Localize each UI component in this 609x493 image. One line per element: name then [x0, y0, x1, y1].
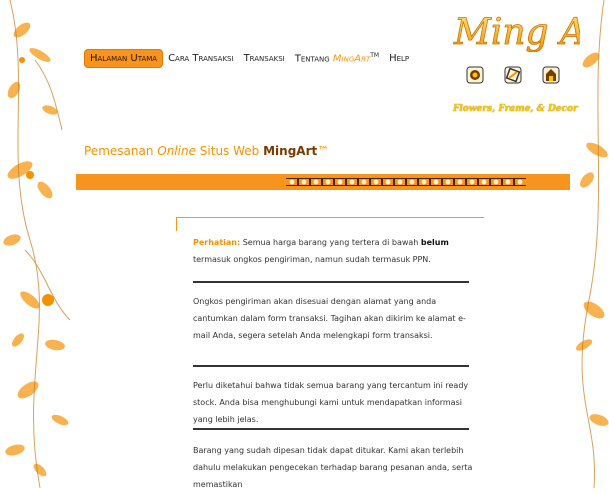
nav-tentang-prefix: Tentang: [294, 53, 333, 65]
title-part2: Online: [157, 144, 196, 158]
separator-2: [193, 365, 469, 367]
product-icons: [466, 66, 560, 84]
nav-cara-transaksi[interactable]: Cara Transaksi: [163, 49, 239, 68]
decorative-band: [76, 174, 570, 190]
decor-icon[interactable]: [542, 66, 560, 84]
mingart-logo[interactable]: Ming Art: [450, 4, 580, 52]
floral-decoration-right: [575, 0, 609, 488]
flower-icon[interactable]: [466, 66, 484, 84]
frame-icon[interactable]: [504, 66, 522, 84]
note-paragraph-3: Perlu diketahui bahwa tidak semua barang…: [193, 381, 469, 424]
note-paragraph-1: Perhatian: Semua harga barang yang terte…: [193, 234, 473, 268]
nav-transaksi[interactable]: Transaksi: [239, 49, 290, 68]
separator-3: [193, 428, 469, 430]
title-tm: ™: [317, 144, 330, 158]
title-brand-art: Art: [296, 144, 318, 158]
note-paragraph-2: Ongkos pengiriman akan disesuai dengan a…: [193, 297, 466, 340]
title-brand-ming: Ming: [263, 144, 297, 158]
floral-decoration-left: [3, 0, 71, 488]
separator-1: [193, 281, 469, 283]
note-paragraph-4: Barang yang sudah dipesan tidak dapat di…: [193, 446, 473, 489]
page: Halaman Utama Cara Transaksi Transaksi T…: [0, 0, 609, 489]
nav-halaman-utama[interactable]: Halaman Utama: [84, 48, 164, 68]
nav-help[interactable]: Help: [384, 49, 414, 68]
note-1-text-a: Semua harga barang yang tertera di bawah: [240, 238, 421, 247]
logo-text: Ming Art: [453, 12, 580, 52]
tagline: Flowers, Frame, & Decor: [453, 104, 578, 114]
note-label: Perhatian:: [193, 238, 241, 247]
band-pattern: [286, 178, 526, 186]
nav-tentang-brand: MingArt: [332, 53, 371, 65]
title-part1: Pemesanan: [84, 144, 158, 158]
nav-tentang-mingart[interactable]: Tentang MingArtTM: [290, 48, 384, 68]
note-1-text-b: termasuk ongkos pengiriman, namun sudah …: [193, 255, 431, 264]
content-frame-left: [176, 217, 177, 231]
main-nav: Halaman Utama Cara Transaksi Transaksi T…: [84, 48, 414, 68]
nav-tentang-tm: TM: [370, 52, 380, 59]
title-part3: Situs Web: [195, 144, 264, 158]
page-title: Pemesanan Online Situs Web MingArt™: [84, 144, 329, 158]
note-1-bold: belum: [420, 238, 449, 247]
content-frame-top: [176, 217, 484, 218]
